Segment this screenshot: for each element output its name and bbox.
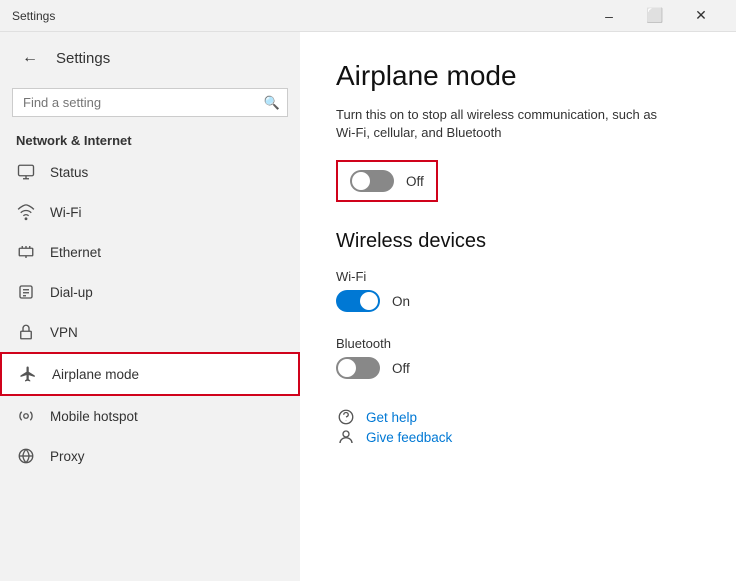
link-row-feedback: Give feedback: [336, 427, 700, 447]
search-input[interactable]: [12, 88, 288, 117]
maximize-button[interactable]: ⬜: [632, 0, 678, 32]
airplane-toggle-label: Off: [406, 174, 424, 189]
feedback-icon: [336, 427, 356, 447]
links-list: Get help Give feedback: [336, 407, 700, 447]
device-section-bluetooth: Bluetooth Off: [336, 336, 700, 379]
title-bar-title: Settings: [12, 9, 55, 23]
sidebar-item-label-status: Status: [50, 165, 284, 180]
sidebar-item-label-ethernet: Ethernet: [50, 245, 284, 260]
airplane-toggle-row[interactable]: Off: [336, 160, 438, 202]
wifi-icon: [16, 202, 36, 222]
sidebar-section-label: Network & Internet: [0, 125, 300, 152]
app-body: ← Settings 🔍 Network & Internet Status W…: [0, 32, 736, 581]
device-toggle-row-bluetooth: Off: [336, 357, 700, 379]
sidebar-item-label-airplane: Airplane mode: [52, 367, 282, 382]
sidebar-item-label-proxy: Proxy: [50, 449, 284, 464]
wifi-toggle-label: On: [392, 294, 410, 309]
airplane-icon: [18, 364, 38, 384]
close-button[interactable]: ✕: [678, 0, 724, 32]
dialup-icon: [16, 282, 36, 302]
help-icon: [336, 407, 356, 427]
sidebar-app-title: Settings: [56, 50, 110, 67]
sidebar-item-proxy[interactable]: Proxy: [0, 436, 300, 476]
airplane-mode-toggle[interactable]: [350, 170, 394, 192]
page-title: Airplane mode: [336, 60, 700, 92]
sidebar: ← Settings 🔍 Network & Internet Status W…: [0, 32, 300, 581]
minimize-button[interactable]: –: [586, 0, 632, 32]
proxy-icon: [16, 446, 36, 466]
vpn-icon: [16, 322, 36, 342]
feedback-link[interactable]: Give feedback: [366, 430, 452, 445]
links-section: Get help Give feedback: [336, 407, 700, 447]
sidebar-item-label-vpn: VPN: [50, 325, 284, 340]
airplane-description: Turn this on to stop all wireless commun…: [336, 106, 676, 142]
back-button[interactable]: ←: [16, 44, 44, 72]
device-section-wifi: Wi-Fi On: [336, 269, 700, 312]
status-icon: [16, 162, 36, 182]
toggle-knob: [352, 172, 370, 190]
search-box: 🔍: [12, 88, 288, 117]
sidebar-item-airplane[interactable]: Airplane mode: [0, 352, 300, 396]
sidebar-header: ← Settings: [0, 32, 300, 84]
sidebar-item-wifi[interactable]: Wi-Fi: [0, 192, 300, 232]
sidebar-item-dialup[interactable]: Dial-up: [0, 272, 300, 312]
device-name-wifi: Wi-Fi: [336, 269, 700, 284]
wifi-toggle[interactable]: [336, 290, 380, 312]
bluetooth-toggle[interactable]: [336, 357, 380, 379]
device-name-bluetooth: Bluetooth: [336, 336, 700, 351]
hotspot-icon: [16, 406, 36, 426]
sidebar-item-ethernet[interactable]: Ethernet: [0, 232, 300, 272]
wireless-devices-title: Wireless devices: [336, 230, 700, 253]
title-bar-controls: – ⬜ ✕: [586, 0, 724, 32]
devices-list: Wi-Fi On Bluetooth Off: [336, 269, 700, 379]
sidebar-item-vpn[interactable]: VPN: [0, 312, 300, 352]
bluetooth-toggle-knob: [338, 359, 356, 377]
wifi-toggle-knob: [360, 292, 378, 310]
title-bar: Settings – ⬜ ✕: [0, 0, 736, 32]
link-row-help: Get help: [336, 407, 700, 427]
ethernet-icon: [16, 242, 36, 262]
main-panel: Airplane mode Turn this on to stop all w…: [300, 32, 736, 581]
title-bar-left: Settings: [12, 9, 55, 23]
sidebar-item-label-hotspot: Mobile hotspot: [50, 409, 284, 424]
search-icon: 🔍: [264, 95, 280, 111]
device-toggle-row-wifi: On: [336, 290, 700, 312]
sidebar-item-label-dialup: Dial-up: [50, 285, 284, 300]
sidebar-item-label-wifi: Wi-Fi: [50, 205, 284, 220]
bluetooth-toggle-label: Off: [392, 361, 410, 376]
sidebar-item-status[interactable]: Status: [0, 152, 300, 192]
sidebar-item-hotspot[interactable]: Mobile hotspot: [0, 396, 300, 436]
help-link[interactable]: Get help: [366, 410, 417, 425]
nav-list: Status Wi-Fi Ethernet Dial-up VPN Airpla…: [0, 152, 300, 476]
